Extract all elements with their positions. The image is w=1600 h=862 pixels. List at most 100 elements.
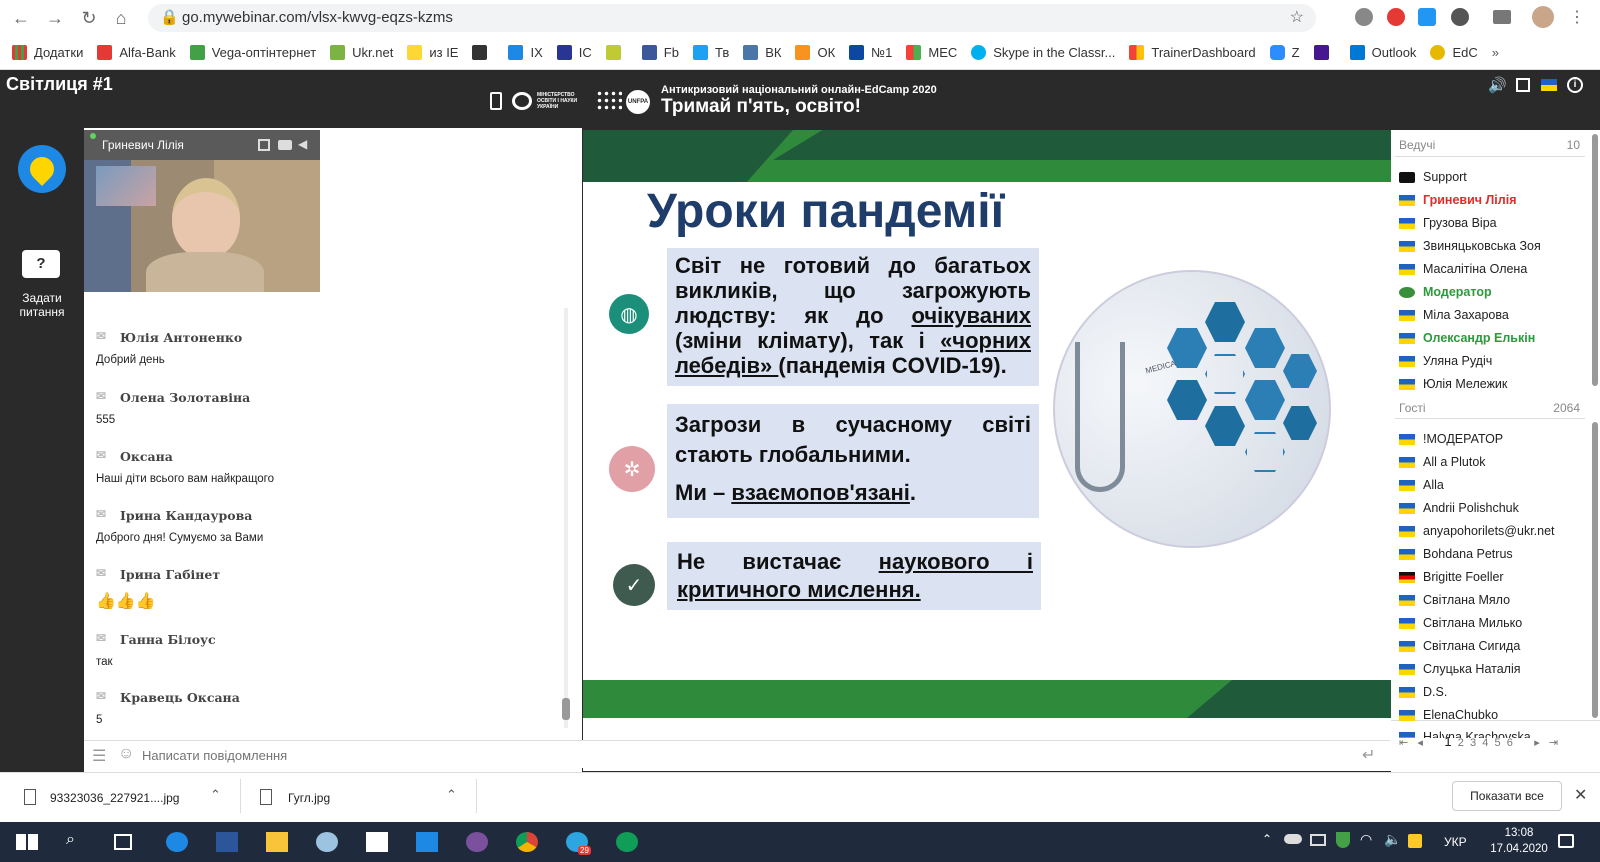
participant[interactable]: Alla bbox=[1399, 478, 1444, 492]
participant[interactable]: Звиняцьковська Зоя bbox=[1399, 239, 1541, 253]
playlist-icon[interactable] bbox=[1493, 10, 1511, 24]
expand-icon[interactable] bbox=[258, 139, 270, 151]
participant[interactable]: Модератор bbox=[1399, 285, 1492, 299]
menu-lines-icon[interactable]: ☰ bbox=[92, 746, 106, 766]
bookmark[interactable] bbox=[472, 45, 494, 60]
chevron-up-icon[interactable]: ⌃ bbox=[210, 787, 221, 803]
volume-icon[interactable]: 🔊 bbox=[1488, 76, 1507, 94]
skype-ext-icon[interactable] bbox=[1355, 8, 1373, 26]
first-page-icon[interactable]: ⇤ bbox=[1399, 737, 1408, 749]
star-icon[interactable]: ☆ bbox=[1290, 4, 1304, 32]
mail-icon[interactable] bbox=[416, 832, 438, 852]
wifi-icon[interactable]: ◠ bbox=[1360, 831, 1372, 848]
chrome-icon[interactable] bbox=[516, 832, 538, 852]
clock-date[interactable]: 17.04.2020 bbox=[1486, 843, 1552, 855]
participant[interactable]: Світлана Мяло bbox=[1399, 593, 1510, 607]
participant[interactable]: Світлана Сигида bbox=[1399, 639, 1520, 653]
bookmark[interactable]: Тв bbox=[692, 45, 729, 60]
chevron-up-icon[interactable]: ⌃ bbox=[1262, 832, 1272, 846]
bookmark[interactable]: Z bbox=[1269, 45, 1300, 60]
back-icon[interactable]: ← bbox=[10, 7, 32, 29]
forward-icon[interactable]: → bbox=[44, 7, 66, 29]
page-link[interactable]: 2 bbox=[1458, 737, 1464, 749]
participant[interactable]: ElenaChubko bbox=[1399, 708, 1498, 722]
notifications-icon[interactable] bbox=[1558, 834, 1574, 848]
participant[interactable]: Уляна Рудіч bbox=[1399, 354, 1492, 368]
participant[interactable]: Світлана Милько bbox=[1399, 616, 1522, 630]
send-icon[interactable]: ↵ bbox=[1362, 745, 1375, 765]
hangouts-icon[interactable] bbox=[616, 832, 638, 852]
menu-icon[interactable]: ⋮ bbox=[1566, 7, 1588, 29]
participant[interactable]: All a Plutok bbox=[1399, 455, 1486, 469]
task-view-icon[interactable] bbox=[114, 834, 132, 850]
language-indicator[interactable]: УКР bbox=[1444, 835, 1467, 849]
bookmark[interactable] bbox=[1313, 45, 1336, 60]
participant[interactable]: Масалітіна Олена bbox=[1399, 262, 1527, 276]
camera-icon[interactable] bbox=[278, 140, 292, 150]
cloud-icon[interactable] bbox=[1284, 834, 1302, 844]
bookmark[interactable]: Fb bbox=[641, 45, 679, 60]
more-bookmarks-icon[interactable]: » bbox=[1492, 45, 1499, 60]
bookmark[interactable]: ВК bbox=[743, 45, 781, 60]
windows-start-icon[interactable] bbox=[16, 834, 38, 850]
bookmark[interactable]: Outlook bbox=[1349, 45, 1416, 60]
page-link[interactable]: 3 bbox=[1470, 737, 1476, 749]
emoji-icon[interactable]: ☺ bbox=[118, 745, 134, 763]
language-flag-icon[interactable] bbox=[1541, 79, 1557, 91]
prev-page-icon[interactable]: ◂ bbox=[1417, 737, 1423, 749]
page-link[interactable]: 5 bbox=[1494, 737, 1500, 749]
ext-icon[interactable] bbox=[1451, 8, 1469, 26]
bookmark[interactable]: ОК bbox=[795, 45, 835, 60]
bookmark[interactable]: IX bbox=[508, 45, 543, 60]
chat-message-input[interactable] bbox=[142, 743, 1322, 767]
reload-icon[interactable]: ↻ bbox=[78, 7, 100, 29]
edge-icon[interactable] bbox=[166, 832, 188, 852]
shield-icon[interactable] bbox=[1336, 832, 1350, 848]
bookmark[interactable]: TrainerDashboard bbox=[1129, 45, 1256, 60]
participant[interactable]: anyapohorilets@ukr.net bbox=[1399, 524, 1555, 538]
bookmark[interactable]: Alfa-Bank bbox=[97, 45, 176, 60]
last-page-icon[interactable]: ⇥ bbox=[1549, 737, 1558, 749]
next-page-icon[interactable]: ▸ bbox=[1534, 737, 1540, 749]
bookmark[interactable]: EdC bbox=[1430, 45, 1478, 60]
page-link[interactable]: 4 bbox=[1482, 737, 1488, 749]
ask-question-icon[interactable]: ? bbox=[22, 250, 60, 278]
word-icon[interactable] bbox=[216, 832, 238, 852]
ask-question-label[interactable]: Задати питання bbox=[4, 291, 80, 319]
chevron-up-icon[interactable]: ⌃ bbox=[446, 787, 457, 803]
participant[interactable]: D.S. bbox=[1399, 685, 1447, 699]
participant[interactable]: Юлія Мележик bbox=[1399, 377, 1507, 391]
app-tray-icon[interactable] bbox=[1408, 834, 1422, 848]
participant[interactable]: Слуцька Наталія bbox=[1399, 662, 1521, 676]
participant[interactable]: Support bbox=[1399, 170, 1467, 184]
clock-time[interactable]: 13:08 bbox=[1492, 827, 1546, 839]
fullscreen-icon[interactable] bbox=[1516, 78, 1530, 92]
edcamp-logo[interactable] bbox=[18, 145, 66, 193]
bookmark-apps[interactable]: Додатки bbox=[12, 45, 83, 60]
bookmark[interactable]: из IE bbox=[407, 45, 458, 60]
chat-scrollbar-track[interactable] bbox=[564, 308, 568, 728]
download-file-name[interactable]: Гугл.jpg bbox=[288, 791, 330, 805]
bookmark[interactable]: Ukr.net bbox=[330, 45, 393, 60]
download-file-name[interactable]: 93323036_227921....jpg bbox=[50, 791, 179, 805]
viber-icon[interactable] bbox=[466, 832, 488, 852]
hosts-scrollbar[interactable] bbox=[1592, 134, 1598, 386]
battery-icon[interactable] bbox=[1310, 834, 1326, 846]
guests-scrollbar[interactable] bbox=[1592, 422, 1598, 718]
participant[interactable]: Міла Захарова bbox=[1399, 308, 1509, 322]
ext-icon[interactable] bbox=[1387, 8, 1405, 26]
page-link[interactable]: 6 bbox=[1507, 737, 1513, 749]
participant[interactable]: Andrii Polishchuk bbox=[1399, 501, 1519, 515]
close-icon[interactable]: ✕ bbox=[1574, 785, 1587, 805]
participant[interactable]: Гриневич Лілія bbox=[1399, 193, 1516, 207]
bookmark[interactable]: Vega-оптінтернет bbox=[189, 45, 316, 60]
show-all-button[interactable]: Показати все bbox=[1452, 781, 1562, 811]
info-icon[interactable]: i bbox=[1567, 77, 1583, 93]
home-icon[interactable]: ⌂ bbox=[110, 7, 132, 29]
bookmark[interactable]: МЕС bbox=[906, 45, 957, 60]
volume-icon[interactable]: 🔈 bbox=[1384, 831, 1401, 848]
participant[interactable]: !МОДЕРАТОР bbox=[1399, 432, 1503, 446]
participant[interactable]: Олександр Елькін bbox=[1399, 331, 1535, 345]
app-icon[interactable] bbox=[316, 832, 338, 852]
search-icon[interactable]: ⌕ bbox=[66, 831, 75, 849]
